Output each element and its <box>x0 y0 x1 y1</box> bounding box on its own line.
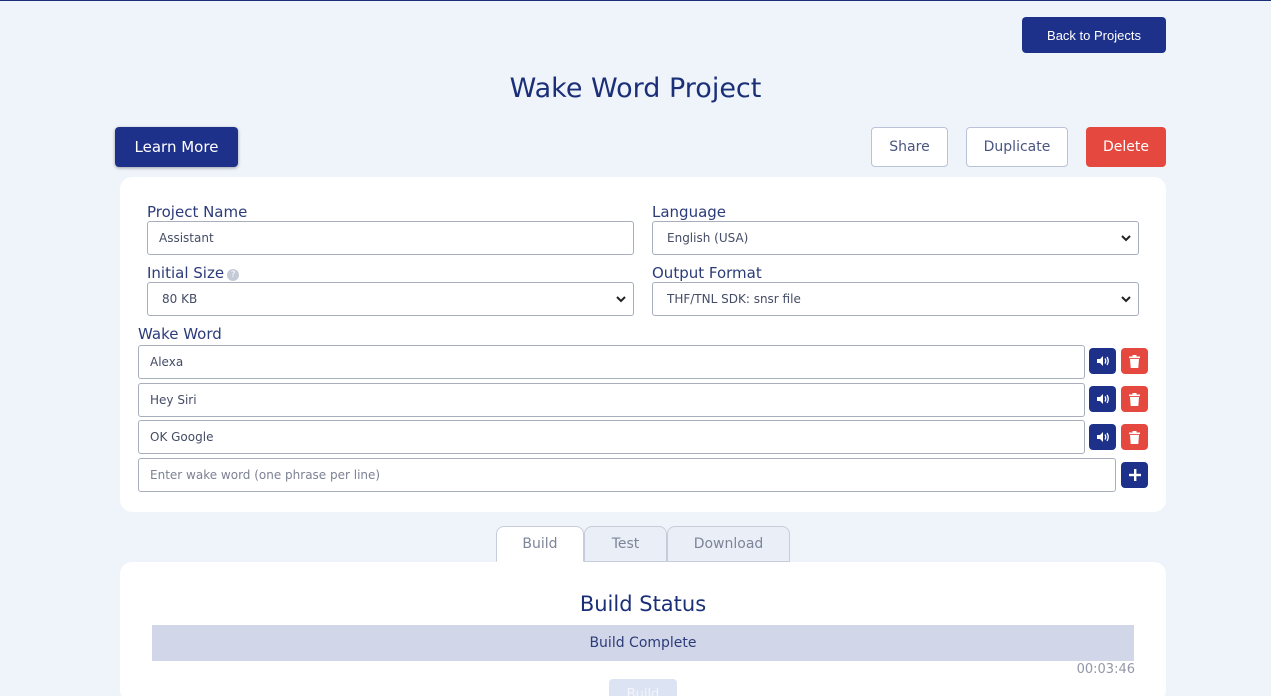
chevron-down-icon <box>616 296 626 303</box>
add-wake-word-button[interactable] <box>1121 462 1148 488</box>
chevron-down-icon <box>1121 296 1131 303</box>
chevron-down-icon <box>1121 235 1131 242</box>
delete-wake-word-button-2[interactable] <box>1121 386 1148 412</box>
initial-size-label: Initial Size? <box>147 264 240 282</box>
tab-build[interactable]: Build <box>496 526 584 562</box>
new-wake-word-input[interactable]: Enter wake word (one phrase per line) <box>138 458 1116 492</box>
language-select-value: English (USA) <box>667 231 749 245</box>
build-status-bar: Build Complete <box>152 625 1134 661</box>
project-name-label: Project Name <box>147 203 248 221</box>
language-label: Language <box>652 203 727 221</box>
output-format-select-value: THF/TNL SDK: snsr file <box>667 292 801 306</box>
initial-size-select[interactable]: 80 KB <box>147 282 634 316</box>
build-elapsed-time: 00:03:46 <box>1076 662 1135 677</box>
initial-size-label-text: Initial Size <box>147 264 225 282</box>
learn-more-button[interactable]: Learn More <box>115 127 238 167</box>
wake-word-label: Wake Word <box>138 325 222 343</box>
speaker-icon <box>1096 356 1109 366</box>
play-wake-word-button-1[interactable] <box>1089 348 1116 374</box>
page-title: Wake Word Project <box>509 73 762 104</box>
duplicate-button[interactable]: Duplicate <box>966 127 1068 167</box>
trash-icon <box>1129 392 1140 406</box>
wake-word-input-1[interactable]: Alexa <box>138 345 1085 379</box>
trash-icon <box>1129 354 1140 368</box>
language-select[interactable]: English (USA) <box>652 221 1139 255</box>
share-button[interactable]: Share <box>871 127 948 167</box>
delete-wake-word-button-3[interactable] <box>1121 424 1148 450</box>
tab-test[interactable]: Test <box>584 526 667 562</box>
speaker-icon <box>1096 394 1109 404</box>
play-wake-word-button-3[interactable] <box>1089 424 1116 450</box>
build-button[interactable]: Build <box>609 679 677 696</box>
help-icon[interactable]: ? <box>227 269 240 281</box>
project-settings-card: Project Name Assistant Language English … <box>120 177 1166 512</box>
output-format-select[interactable]: THF/TNL SDK: snsr file <box>652 282 1139 316</box>
project-name-input[interactable]: Assistant <box>147 221 634 255</box>
tab-download[interactable]: Download <box>667 526 790 562</box>
wake-word-input-3[interactable]: OK Google <box>138 420 1085 454</box>
build-status-title: Build Status <box>579 592 707 616</box>
speaker-icon <box>1096 432 1109 442</box>
back-to-projects-button[interactable]: Back to Projects <box>1022 17 1166 53</box>
wake-word-input-2[interactable]: Hey Siri <box>138 383 1085 417</box>
play-wake-word-button-2[interactable] <box>1089 386 1116 412</box>
build-status-card: Build Status Build Complete 00:03:46 Bui… <box>120 562 1166 696</box>
initial-size-select-value: 80 KB <box>162 292 198 306</box>
trash-icon <box>1129 430 1140 444</box>
delete-button[interactable]: Delete <box>1086 127 1166 167</box>
output-format-label: Output Format <box>652 264 762 282</box>
delete-wake-word-button-1[interactable] <box>1121 348 1148 374</box>
plus-icon <box>1128 469 1141 481</box>
